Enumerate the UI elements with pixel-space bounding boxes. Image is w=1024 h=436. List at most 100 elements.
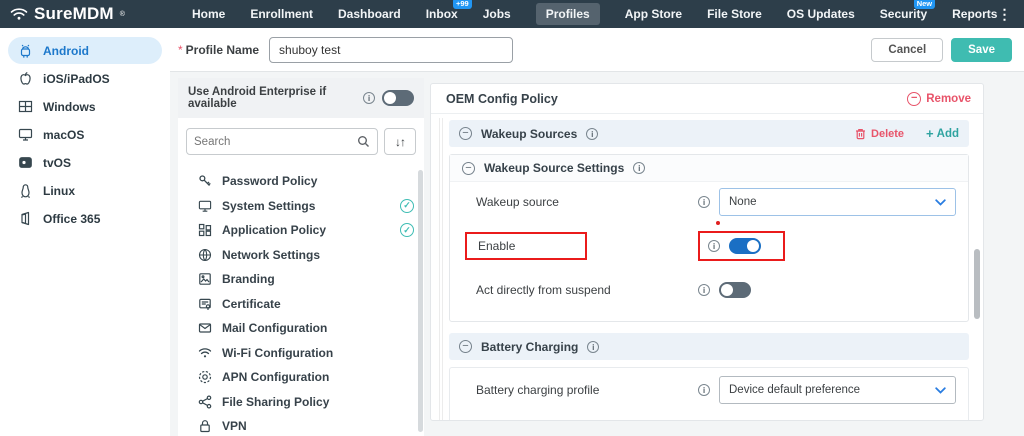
sidebar-item-ios[interactable]: iOS/iPadOS <box>8 65 162 92</box>
nav-file-store[interactable]: File Store <box>707 7 762 21</box>
sidebar-item-office365[interactable]: Office 365 <box>8 205 162 232</box>
sidebar-item-label: Android <box>43 44 89 58</box>
profile-name-input[interactable] <box>269 37 513 63</box>
sidebar-item-label: tvOS <box>43 156 71 170</box>
app-grid-icon <box>198 223 212 237</box>
android-icon <box>18 43 33 59</box>
remove-policy-button[interactable]: − Remove <box>907 92 971 106</box>
policy-item-label: Network Settings <box>222 248 320 262</box>
info-icon: i <box>633 162 645 174</box>
annotation-dot <box>716 221 720 225</box>
sidebar-item-tvos[interactable]: tvOS <box>8 149 162 176</box>
nav-app-store[interactable]: App Store <box>625 7 682 21</box>
policy-item-wifi[interactable]: Wi-Fi Configuration <box>178 341 424 366</box>
sidebar-item-macos[interactable]: macOS <box>8 121 162 148</box>
save-button[interactable]: Save <box>951 38 1012 62</box>
oem-config-panel: OEM Config Policy − Remove − Wakeup Sour… <box>430 83 984 421</box>
policy-item-label: Certificate <box>222 297 281 311</box>
top-nav: SureMDM® Home Enrollment Dashboard Inbox… <box>0 0 1024 28</box>
enable-toggle[interactable] <box>729 238 761 254</box>
nav-home[interactable]: Home <box>192 7 225 21</box>
wakeup-source-select[interactable]: None <box>719 188 956 216</box>
delete-button[interactable]: Delete <box>855 128 904 140</box>
search-box[interactable] <box>186 128 378 155</box>
wakeup-source-row: Wakeup source i None <box>450 182 968 222</box>
policy-item-label: Wi-Fi Configuration <box>222 346 333 360</box>
policy-item-system-settings[interactable]: System Settings ✓ <box>178 194 424 219</box>
monitor-icon <box>18 127 33 142</box>
policy-item-mail[interactable]: Mail Configuration <box>178 316 424 341</box>
info-icon: i <box>698 284 710 296</box>
nav-reports[interactable]: Reports <box>952 7 997 21</box>
policy-item-branding[interactable]: Branding <box>178 267 424 292</box>
collapse-icon[interactable]: − <box>459 340 472 353</box>
search-input[interactable] <box>194 136 357 148</box>
main-nav: Home Enrollment Dashboard Inbox+99 Jobs … <box>192 3 997 25</box>
oem-panel-body: − Wakeup Sources i Delete + Add <box>431 114 983 421</box>
policy-list-panel: Use Android Enterprise if available i ↓↑… <box>178 78 424 436</box>
wakeup-sources-section-header[interactable]: − Wakeup Sources i Delete + Add <box>449 120 969 147</box>
policy-list-scrollbar[interactable] <box>418 170 423 432</box>
battery-policy-select[interactable]: Set by device <box>719 420 956 421</box>
oem-panel-scrollbar[interactable] <box>974 249 980 319</box>
profile-name-label: Profile Name <box>186 43 259 57</box>
nav-dashboard[interactable]: Dashboard <box>338 7 401 21</box>
image-icon <box>198 272 212 286</box>
sidebar-item-android[interactable]: Android <box>8 37 162 64</box>
info-icon: i <box>363 92 375 104</box>
android-enterprise-toggle[interactable] <box>382 90 414 106</box>
policy-item-label: Password Policy <box>222 174 317 188</box>
brand[interactable]: SureMDM® <box>0 4 150 24</box>
nav-security[interactable]: SecurityNew <box>880 7 927 21</box>
nav-jobs[interactable]: Jobs <box>483 7 511 21</box>
apple-icon <box>18 71 33 87</box>
collapse-icon[interactable]: − <box>462 162 475 175</box>
sidebar-item-windows[interactable]: Windows <box>8 93 162 120</box>
key-icon <box>198 174 212 188</box>
cancel-button[interactable]: Cancel <box>871 38 943 62</box>
wifi-icon <box>198 347 212 359</box>
field-label: Act directly from suspend <box>476 283 611 297</box>
battery-charging-section-header[interactable]: − Battery Charging i <box>449 333 969 360</box>
required-asterisk: * <box>178 43 183 57</box>
collapse-icon[interactable]: − <box>459 127 472 140</box>
apn-icon <box>198 370 212 384</box>
inbox-badge: +99 <box>453 0 472 9</box>
wakeup-settings-header[interactable]: − Wakeup Source Settings i <box>450 155 968 182</box>
wakeup-source-settings-box: − Wakeup Source Settings i Wakeup source… <box>449 154 969 322</box>
sidebar-item-linux[interactable]: Linux <box>8 177 162 204</box>
policy-item-label: Mail Configuration <box>222 321 327 335</box>
policy-item-application[interactable]: Application Policy ✓ <box>178 218 424 243</box>
search-icon <box>357 135 370 148</box>
policy-item-label: System Settings <box>222 199 315 213</box>
battery-profile-select[interactable]: Device default preference <box>719 376 956 404</box>
battery-charging-box: Battery charging profile i Device defaul… <box>449 367 969 421</box>
sidebar-item-label: Linux <box>43 184 75 198</box>
policy-item-network[interactable]: Network Settings <box>178 243 424 268</box>
search-row: ↓↑ <box>178 118 424 163</box>
act-from-suspend-toggle[interactable] <box>719 282 751 298</box>
nav-os-updates[interactable]: OS Updates <box>787 7 855 21</box>
info-icon: i <box>698 196 710 208</box>
mail-icon <box>198 321 212 335</box>
nav-inbox[interactable]: Inbox+99 <box>426 7 458 21</box>
oem-panel-title: OEM Config Policy <box>446 92 558 106</box>
policy-item-vpn[interactable]: VPN <box>178 414 424 436</box>
add-button[interactable]: + Add <box>926 126 959 141</box>
policy-item-apn[interactable]: APN Configuration <box>178 365 424 390</box>
sort-button[interactable]: ↓↑ <box>384 128 416 155</box>
android-enterprise-strip: Use Android Enterprise if available i <box>178 78 424 118</box>
selected-value: None <box>729 196 757 208</box>
policy-list: Password Policy System Settings ✓ Applic… <box>178 163 424 436</box>
inner-scroll-track[interactable] <box>439 118 443 421</box>
suremdm-app: SureMDM® Home Enrollment Dashboard Inbox… <box>0 0 1024 436</box>
enable-toggle-annotation-box: i <box>698 231 785 261</box>
policy-item-password[interactable]: Password Policy <box>178 169 424 194</box>
policy-item-file-sharing[interactable]: File Sharing Policy <box>178 390 424 415</box>
policy-item-certificate[interactable]: Certificate <box>178 292 424 317</box>
kebab-menu-icon[interactable]: ⋮ <box>997 6 1011 23</box>
battery-profile-row: Battery charging profile i Device defaul… <box>450 368 968 412</box>
lock-icon <box>198 419 212 433</box>
nav-enrollment[interactable]: Enrollment <box>250 7 313 21</box>
nav-profiles[interactable]: Profiles <box>536 3 600 25</box>
